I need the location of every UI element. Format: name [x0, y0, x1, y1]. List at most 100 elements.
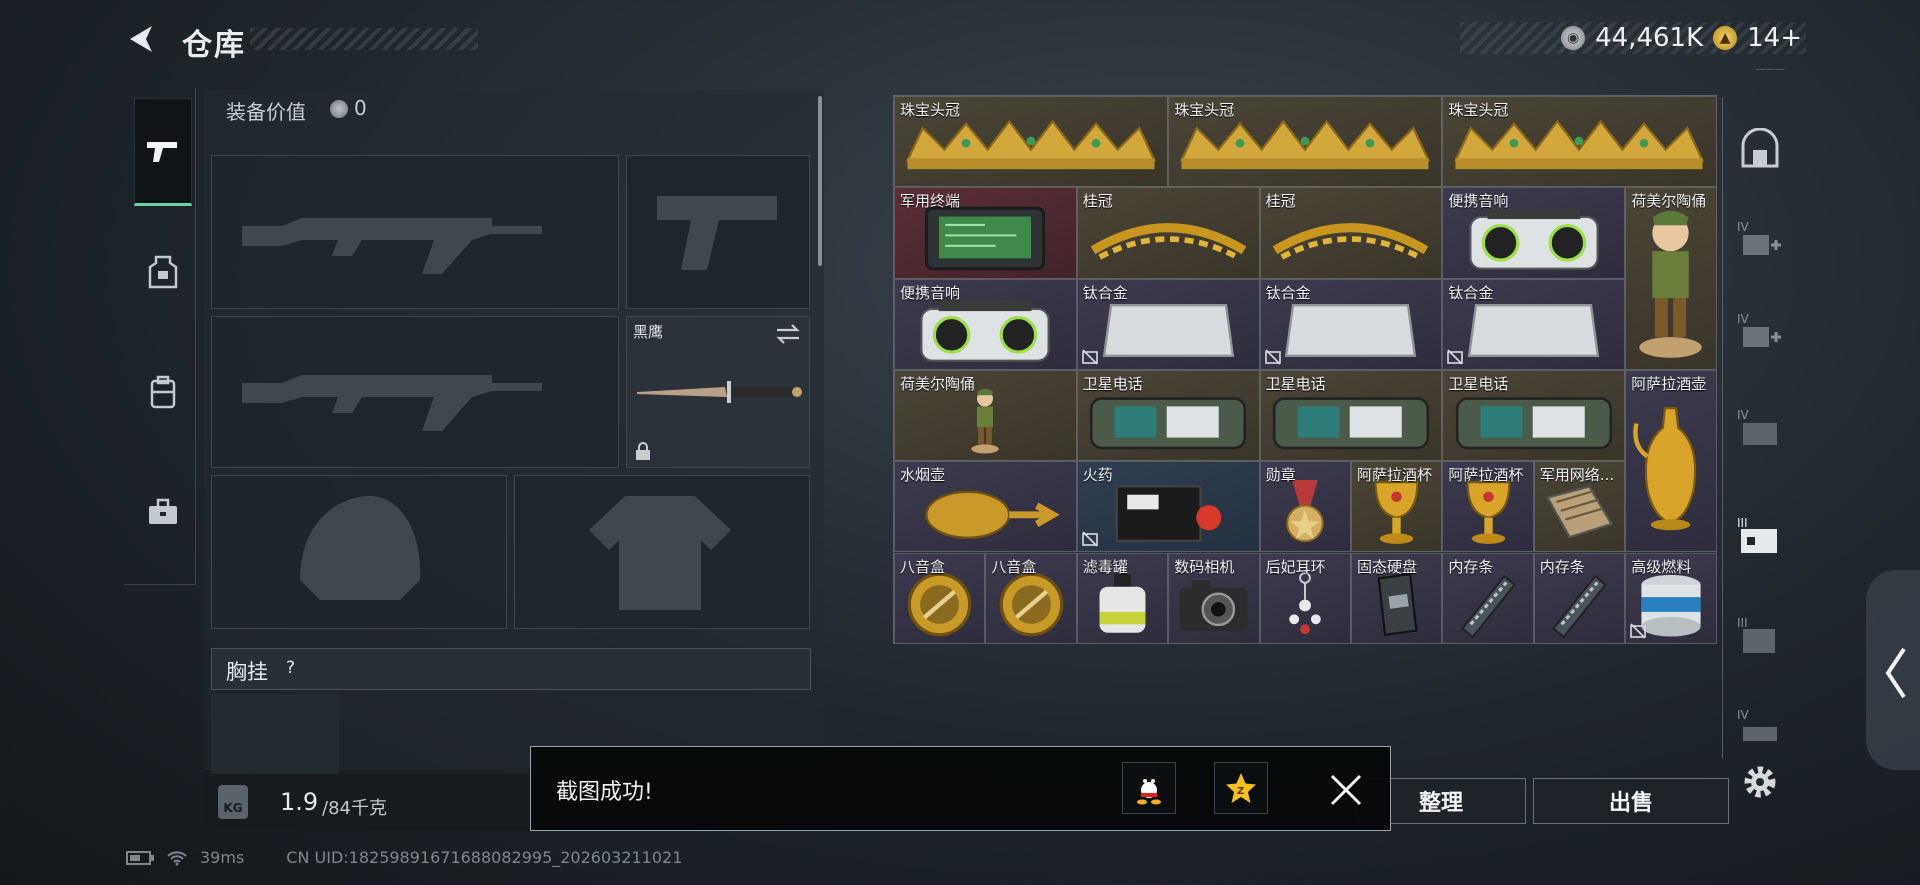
chevron-left-icon[interactable] — [1880, 645, 1910, 701]
category-case-1-icon[interactable]: IV — [1733, 210, 1787, 268]
silver-balance: 44,461K — [1595, 23, 1704, 53]
toast-message: 截图成功! — [556, 780, 653, 805]
inventory-item-name: 滤毒罐 — [1082, 557, 1128, 576]
inventory-item[interactable]: 桂冠 — [1259, 187, 1443, 279]
inventory-item-name: 后妃耳环 — [1265, 557, 1326, 576]
equipment-scrollbar[interactable] — [818, 96, 822, 266]
category-case-2-icon[interactable]: IV — [1733, 302, 1787, 360]
status-bar: 39ms CN UID:18259891671688082995_2026032… — [126, 848, 682, 867]
inventory-item-name: 固态硬盘 — [1357, 557, 1418, 576]
backpack-icon — [150, 375, 176, 409]
inventory-item-name: 八音盒 — [900, 557, 946, 576]
inventory-item[interactable]: 荷美尔陶俑 — [1625, 187, 1717, 370]
inventory-item[interactable]: 军用终端 — [894, 187, 1077, 279]
inventory-item[interactable]: 卫星电话 — [1076, 369, 1260, 462]
inventory-item[interactable]: 珠宝头冠 — [1168, 96, 1443, 188]
category-case-3-icon[interactable]: IV — [1733, 398, 1787, 456]
gear-icon[interactable] — [1740, 762, 1780, 802]
inventory-item[interactable]: 滤毒罐 — [1076, 552, 1169, 644]
inventory-item[interactable]: 阿萨拉酒杯 — [1442, 461, 1534, 553]
inventory-item-name: 水烟壶 — [900, 466, 946, 485]
inventory-item[interactable]: 勋章 — [1259, 461, 1351, 553]
inventory-item[interactable]: 军用网络... — [1533, 461, 1626, 553]
ping-value: 39ms — [200, 848, 245, 867]
battery-icon — [126, 850, 154, 865]
inventory-item[interactable]: 水烟壶 — [894, 461, 1077, 553]
ewer-icon — [1626, 371, 1715, 552]
share-qzone-button[interactable]: Z — [1214, 762, 1268, 814]
swap-icon[interactable] — [775, 323, 801, 345]
combat-knife-icon — [637, 381, 802, 403]
inventory-item[interactable]: 桂冠 — [1076, 187, 1260, 279]
tab-weapons[interactable] — [134, 98, 192, 206]
close-icon[interactable] — [1326, 770, 1366, 810]
helmet-slot[interactable] — [211, 475, 507, 629]
inventory-item[interactable]: 内存条 — [1442, 552, 1534, 644]
inventory-item[interactable]: 内存条 — [1533, 552, 1626, 644]
inventory-item[interactable]: 数码相机 — [1168, 552, 1260, 644]
back-arrow-icon[interactable] — [122, 20, 160, 58]
version-text: ——— — [1755, 64, 1785, 75]
inventory-item-name: 珠宝头冠 — [1448, 101, 1509, 119]
sell-button[interactable]: 出售 — [1533, 778, 1729, 824]
inventory-item[interactable]: 火药 — [1076, 461, 1260, 553]
currency-bar: ◉ 44,461K ▲ 14+ — [1460, 22, 1806, 54]
tab-backpack[interactable] — [134, 338, 192, 446]
inventory-item[interactable]: 荷美尔陶俑 — [894, 369, 1077, 462]
svg-text:IV: IV — [1737, 408, 1750, 422]
inventory-item[interactable]: 阿萨拉酒杯 — [1351, 461, 1443, 553]
chest-rig-slot[interactable] — [211, 694, 339, 774]
melee-slot[interactable]: 黑鹰 — [626, 316, 810, 468]
primary-weapon-slot-1[interactable] — [211, 155, 619, 309]
inventory-item[interactable]: 钛合金 — [1076, 278, 1260, 370]
weight-icon: KG — [218, 785, 248, 819]
share-qq-button[interactable] — [1122, 762, 1176, 814]
inventory-item-name: 桂冠 — [1265, 192, 1296, 211]
body-armor-slot[interactable] — [514, 475, 810, 629]
help-icon[interactable]: ? — [286, 658, 306, 680]
inventory-item[interactable]: 便携音响 — [1442, 187, 1626, 279]
inventory-item-name: 便携音响 — [900, 283, 961, 302]
equipment-value: 0 — [354, 96, 367, 120]
inventory-item[interactable]: 钛合金 — [1259, 278, 1443, 370]
rifle-silhouette-icon — [242, 375, 542, 431]
inventory-item-name: 军用网络... — [1539, 466, 1615, 485]
helmet-silhouette-icon — [300, 496, 421, 600]
page-title: 仓库 — [182, 28, 246, 63]
inventory-item[interactable]: 八音盒 — [894, 552, 986, 644]
inventory-item-name: 阿萨拉酒杯 — [1357, 466, 1433, 485]
gold-coin-icon: ▲ — [1713, 26, 1738, 50]
category-case-5-icon[interactable]: III — [1733, 606, 1787, 664]
inventory-item-name: 珠宝头冠 — [900, 101, 961, 119]
category-case-4-icon[interactable]: III — [1733, 506, 1787, 564]
no-backpack-icon — [1081, 531, 1098, 548]
inventory-item-name: 军用终端 — [900, 192, 961, 211]
inventory-item-name: 卫星电话 — [1265, 374, 1326, 393]
inventory-item[interactable]: 珠宝头冠 — [894, 96, 1169, 188]
primary-weapon-slot-2[interactable] — [211, 316, 619, 468]
inventory-item[interactable]: 珠宝头冠 — [1442, 96, 1717, 188]
inventory-item[interactable]: 八音盒 — [985, 552, 1077, 644]
equipment-value-label: 装备价值 — [226, 100, 306, 124]
category-case-6-icon[interactable]: IV — [1733, 698, 1787, 756]
inventory-item[interactable]: 高级燃料 — [1625, 552, 1717, 644]
tab-case[interactable] — [134, 458, 192, 566]
svg-text:IV: IV — [1737, 220, 1750, 234]
inventory-item[interactable]: 便携音响 — [894, 278, 1077, 370]
sidearm-slot[interactable] — [626, 155, 810, 309]
inventory-item-name: 卫星电话 — [1082, 374, 1143, 393]
inventory-item[interactable]: 卫星电话 — [1442, 369, 1626, 462]
weight-current: 1.9 — [280, 788, 319, 816]
inventory-item[interactable]: 固态硬盘 — [1351, 552, 1443, 644]
inventory-item[interactable]: 钛合金 — [1442, 278, 1626, 370]
inventory-item[interactable]: 卫星电话 — [1259, 369, 1443, 462]
inventory-item[interactable]: 后妃耳环 — [1259, 552, 1351, 644]
no-backpack-icon — [1081, 349, 1098, 365]
category-all-icon[interactable] — [1733, 120, 1787, 178]
tab-gear[interactable] — [134, 218, 192, 326]
warehouse-category-rail: IV IV IV III III IV — [1722, 98, 1794, 758]
melee-item-name: 黑鹰 — [633, 323, 664, 341]
inventory-item[interactable]: 阿萨拉酒壶 — [1625, 369, 1717, 553]
silver-coin-icon — [330, 100, 348, 118]
gold-balance[interactable]: 14+ — [1747, 23, 1802, 53]
